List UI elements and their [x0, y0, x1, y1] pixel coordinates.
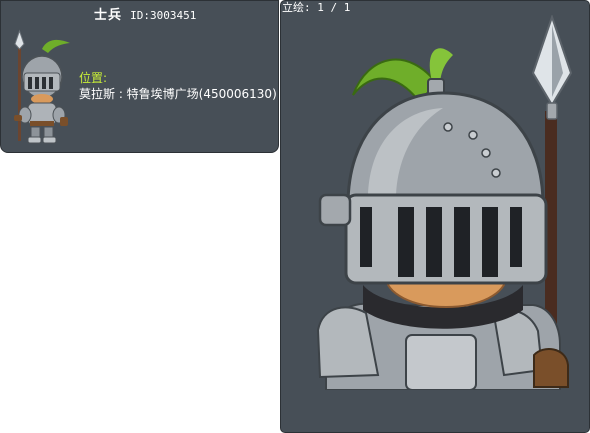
npc-id: ID:3003451: [130, 9, 197, 22]
knight-soldier-portrait: [316, 15, 573, 390]
npc-title: 士兵 ID:3003451: [94, 8, 196, 24]
knight-soldier-sprite: [14, 29, 70, 144]
npc-name: 士兵: [94, 8, 123, 23]
npc-info-panel: 士兵 ID:3003451 位置: 莫拉斯 : 特鲁埃博广场(450006130…: [0, 0, 279, 153]
location-value: 莫拉斯 : 特鲁埃博广场(450006130): [79, 87, 277, 101]
location-label: 位置:: [79, 71, 108, 85]
npc-viewer: 士兵 ID:3003451 位置: 莫拉斯 : 特鲁埃博广场(450006130…: [0, 0, 590, 433]
standee-panel: [280, 0, 590, 433]
standee-counter: 立绘: 1 / 1: [282, 1, 351, 14]
